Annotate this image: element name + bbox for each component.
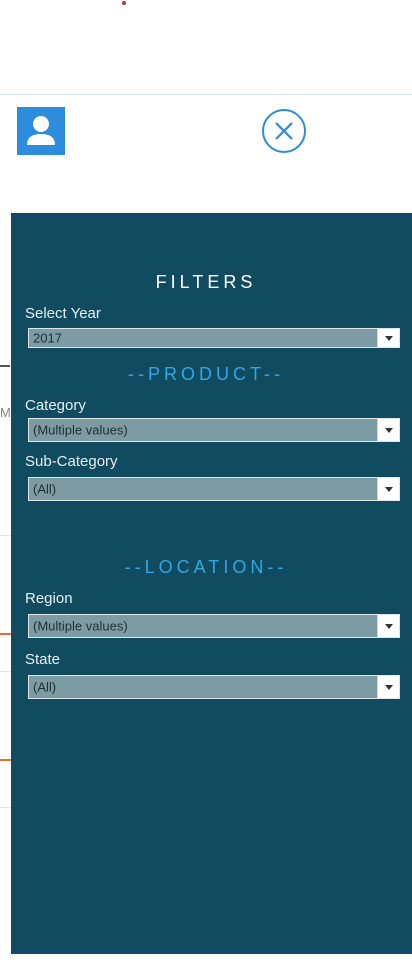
product-section-title: --PRODUCT-- bbox=[128, 364, 284, 384]
select-year-dropdown[interactable]: 2017 bbox=[28, 328, 400, 348]
filters-title: FILTERS bbox=[155, 272, 257, 292]
state-value: (All) bbox=[33, 679, 57, 695]
chevron-down-icon[interactable] bbox=[377, 419, 399, 441]
chevron-down-icon[interactable] bbox=[377, 676, 399, 698]
chevron-down-icon[interactable] bbox=[377, 478, 399, 500]
category-dropdown[interactable]: (Multiple values) bbox=[28, 418, 400, 442]
state-dropdown[interactable]: (All) bbox=[28, 675, 400, 699]
user-profile-button[interactable] bbox=[17, 107, 65, 155]
location-section-title: --LOCATION-- bbox=[124, 557, 288, 577]
region-label: Region bbox=[25, 590, 73, 607]
select-year-value: 2017 bbox=[33, 330, 62, 346]
header-divider bbox=[0, 94, 412, 95]
chevron-down-icon[interactable] bbox=[377, 329, 399, 347]
category-value: (Multiple values) bbox=[33, 422, 128, 438]
indicator-dot bbox=[122, 1, 126, 5]
region-dropdown[interactable]: (Multiple values) bbox=[28, 614, 400, 638]
select-year-label: Select Year bbox=[25, 305, 101, 322]
sub-category-label: Sub-Category bbox=[25, 453, 118, 470]
chevron-down-icon[interactable] bbox=[377, 615, 399, 637]
close-filters-button[interactable] bbox=[261, 108, 307, 154]
close-circle-icon bbox=[262, 109, 306, 153]
user-icon bbox=[27, 116, 55, 145]
state-label: State bbox=[25, 651, 61, 668]
background-axis-label: M bbox=[0, 405, 11, 420]
filters-panel bbox=[11, 213, 412, 954]
category-label: Category bbox=[25, 397, 86, 414]
sub-category-value: (All) bbox=[33, 481, 57, 497]
sub-category-dropdown[interactable]: (All) bbox=[28, 477, 400, 501]
region-value: (Multiple values) bbox=[33, 618, 128, 634]
